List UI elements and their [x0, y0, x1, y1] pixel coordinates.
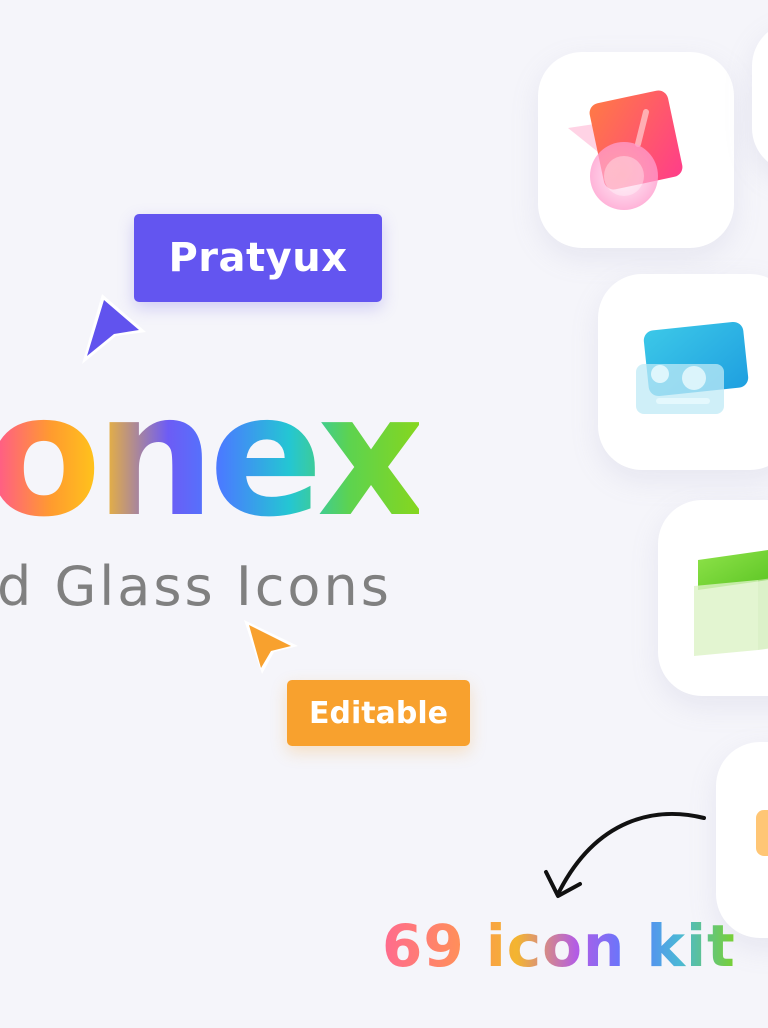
icon-kit-label: 69 icon kit: [382, 912, 736, 980]
icon-tile-partial-top: [752, 22, 768, 172]
partial-orange-icon: [756, 810, 768, 856]
promo-canvas: Pratyux onex d Glass Icons Editable 69 i…: [0, 0, 768, 1028]
icon-tile-medal: [538, 52, 734, 248]
brand-title: onex: [0, 372, 425, 540]
icon-tile-book: [658, 500, 768, 696]
editable-badge: Editable: [287, 680, 470, 746]
id-card-icon: [636, 321, 749, 414]
icon-tile-id-card: [598, 274, 768, 470]
medal-icon: [568, 90, 683, 210]
book-icon: [694, 550, 768, 656]
icon-tile-partial-bottom: [716, 742, 768, 938]
hand-drawn-arrow-icon: [544, 811, 706, 898]
author-badge: Pratyux: [134, 214, 382, 302]
subtitle: d Glass Icons: [0, 555, 392, 618]
cursor-arrow-orange-icon: [244, 620, 298, 674]
